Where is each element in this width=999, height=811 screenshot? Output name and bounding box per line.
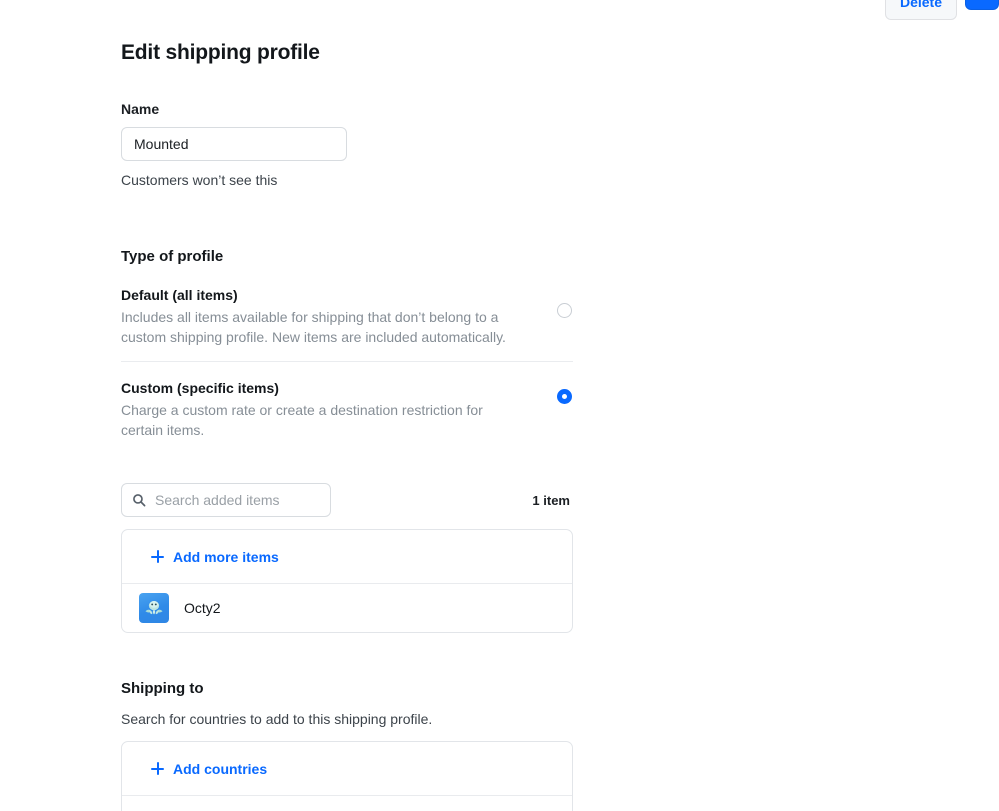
profile-option-default-control: [557, 303, 572, 318]
item-count-label: 1 item: [532, 492, 570, 508]
profile-option-default-description: Includes all items available for shippin…: [121, 309, 506, 345]
add-countries-row[interactable]: Add countries: [122, 742, 572, 796]
plus-icon: [151, 762, 164, 775]
countries-card: Add countries United Kingdom (4 Countrie…: [121, 741, 573, 811]
radio-custom[interactable]: [557, 389, 572, 404]
name-field-block: Name Customers won’t see this: [121, 99, 573, 190]
items-search-row: 1 item: [121, 483, 573, 517]
add-more-items-label: Add more items: [173, 548, 279, 565]
add-countries-button[interactable]: Add countries: [151, 759, 267, 779]
profile-option-custom[interactable]: Custom (specific items) Charge a custom …: [121, 362, 573, 455]
page-actions-toolbar: Delete: [884, 0, 999, 26]
profile-option-custom-description: Charge a custom rate or create a destina…: [121, 402, 483, 438]
plus-icon: [151, 550, 164, 563]
profile-option-custom-title: Custom (specific items): [121, 380, 279, 396]
profile-option-custom-text: Custom (specific items) Charge a custom …: [121, 378, 525, 440]
save-button[interactable]: [965, 0, 999, 10]
radio-default[interactable]: [557, 303, 572, 318]
shipping-to-section: Shipping to Search for countries to add …: [121, 678, 573, 811]
search-input[interactable]: [121, 483, 331, 517]
item-name: Octy2: [184, 600, 221, 616]
shipping-profile-page: Delete Edit shipping profile Name Custom…: [0, 0, 999, 811]
profile-option-default[interactable]: Default (all items) Includes all items a…: [121, 268, 573, 362]
name-help-text: Customers won’t see this: [121, 172, 278, 188]
item-row[interactable]: Octy2: [122, 584, 572, 632]
shipping-to-description: Search for countries to add to this ship…: [121, 711, 433, 727]
name-input[interactable]: [121, 127, 347, 161]
profile-type-heading: Type of profile: [121, 248, 224, 265]
profile-option-default-title: Default (all items): [121, 287, 238, 303]
profile-type-section: Type of profile Default (all items) Incl…: [121, 246, 573, 633]
search-box: [121, 483, 331, 517]
name-label: Name: [121, 101, 160, 117]
add-more-items-row[interactable]: Add more items: [122, 530, 572, 584]
shipping-to-heading: Shipping to: [121, 680, 204, 697]
items-card: Add more items Octy2: [121, 529, 573, 633]
country-row: United Kingdom (4 Countries) Select Coun…: [122, 796, 572, 811]
delete-button[interactable]: Delete: [884, 0, 957, 20]
profile-option-custom-control: [557, 389, 572, 404]
add-countries-label: Add countries: [173, 760, 268, 777]
page-title: Edit shipping profile: [121, 41, 320, 64]
add-more-items-button[interactable]: Add more items: [151, 547, 279, 567]
main-column: Edit shipping profile Name Customers won…: [121, 0, 573, 811]
octopus-thumbnail-icon: [139, 593, 169, 623]
profile-option-default-text: Default (all items) Includes all items a…: [121, 285, 525, 347]
